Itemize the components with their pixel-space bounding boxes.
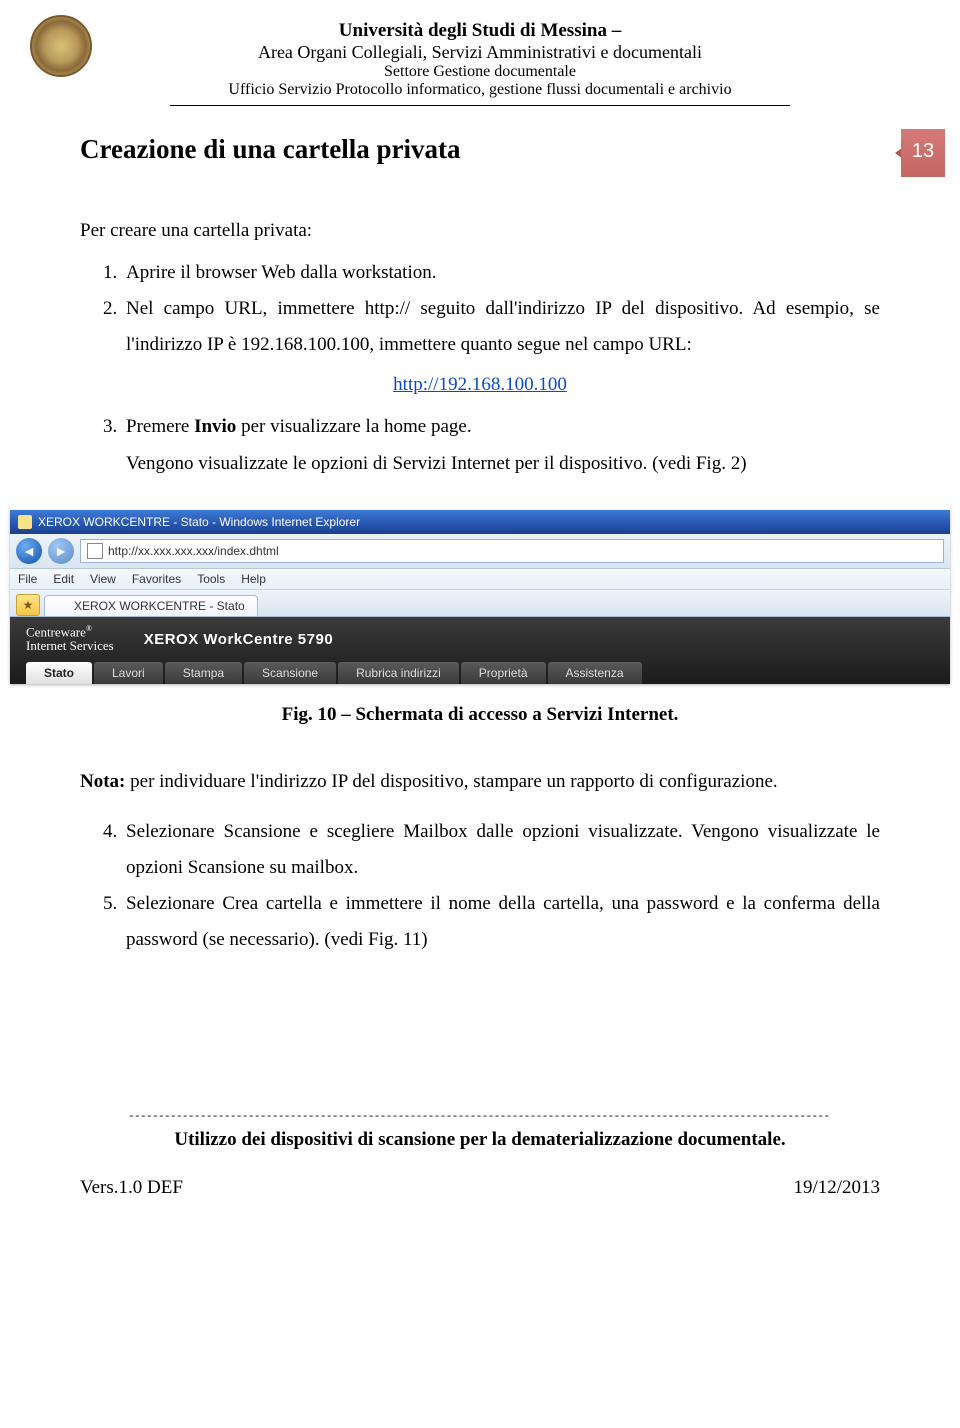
menu-favorites[interactable]: Favorites	[132, 572, 181, 586]
header-area: Area Organi Collegiali, Servizi Amminist…	[80, 42, 880, 63]
menu-view[interactable]: View	[90, 572, 116, 586]
page-number-callout: 13	[873, 129, 945, 177]
address-bar[interactable]: http://xx.xxx.xxx.xxx/index.dhtml	[80, 539, 944, 563]
browser-tab[interactable]: XEROX WORKCENTRE - Stato	[44, 595, 258, 616]
centreware-brand: Centreware® Internet Services	[26, 625, 114, 654]
tab-favicon-icon	[57, 600, 69, 612]
cw-tab-scansione[interactable]: Scansione	[244, 662, 336, 684]
menu-help[interactable]: Help	[241, 572, 266, 586]
address-url: http://xx.xxx.xxx.xxx/index.dhtml	[108, 544, 279, 558]
menu-file[interactable]: File	[18, 572, 37, 586]
cw-tab-assistenza[interactable]: Assistenza	[548, 662, 642, 684]
example-url-link[interactable]: http://192.168.100.100	[80, 367, 880, 403]
step-4: Selezionare Scansione e scegliere Mailbo…	[122, 814, 880, 886]
cw-tab-stampa[interactable]: Stampa	[165, 662, 242, 684]
header-separator	[170, 105, 790, 106]
favorites-star-icon[interactable]: ★	[16, 594, 40, 616]
figure-caption: Fig. 10 – Schermata di accesso a Servizi…	[80, 704, 880, 726]
cw-tab-proprieta[interactable]: Proprietà	[461, 662, 546, 684]
header-sector: Settore Gestione documentale	[80, 63, 880, 81]
ie-menu-bar: File Edit View Favorites Tools Help	[10, 569, 950, 590]
centreware-nav-tabs: Stato Lavori Stampa Scansione Rubrica in…	[26, 662, 934, 684]
menu-edit[interactable]: Edit	[53, 572, 74, 586]
back-button-icon[interactable]: ◄	[16, 538, 42, 564]
ie-window-title: XEROX WORKCENTRE - Stato - Windows Inter…	[38, 515, 360, 529]
ie-tab-row: ★ XEROX WORKCENTRE - Stato	[10, 590, 950, 617]
note-label: Nota:	[80, 771, 125, 792]
forward-button-icon[interactable]: ►	[48, 538, 74, 564]
ie-favicon-icon	[18, 515, 32, 529]
step-5: Selezionare Crea cartella e immettere il…	[122, 886, 880, 958]
note-paragraph: Nota: per individuare l'indirizzo IP del…	[80, 764, 880, 800]
cw-tab-stato[interactable]: Stato	[26, 662, 92, 684]
page-icon	[87, 543, 103, 559]
step-1: Aprire il browser Web dalla workstation.	[122, 255, 880, 291]
document-header: Università degli Studi di Messina – Area…	[80, 20, 880, 106]
university-seal-icon	[30, 15, 92, 77]
footer-date: 19/12/2013	[793, 1177, 880, 1199]
centreware-header: Centreware® Internet Services XEROX Work…	[10, 617, 950, 684]
footer-meta: Vers.1.0 DEF 19/12/2013	[80, 1177, 880, 1199]
cw-tab-lavori[interactable]: Lavori	[94, 662, 163, 684]
footer-separator: ----------------------------------------…	[80, 1108, 880, 1123]
header-university: Università degli Studi di Messina –	[80, 20, 880, 42]
header-office: Ufficio Servizio Protocollo informatico,…	[80, 81, 880, 99]
menu-tools[interactable]: Tools	[197, 572, 225, 586]
ie-title-bar: XEROX WORKCENTRE - Stato - Windows Inter…	[10, 510, 950, 534]
footer-title: Utilizzo dei dispositivi di scansione pe…	[80, 1129, 880, 1151]
footer-version: Vers.1.0 DEF	[80, 1177, 183, 1199]
cw-tab-rubrica[interactable]: Rubrica indirizzi	[338, 662, 459, 684]
step-3: Premere Invio per visualizzare la home p…	[122, 409, 880, 481]
section-title: Creazione di una cartella privata	[80, 134, 880, 165]
device-model: XEROX WorkCentre 5790	[144, 631, 333, 648]
ie-nav-row: ◄ ► http://xx.xxx.xxx.xxx/index.dhtml	[10, 534, 950, 569]
step-3-note: Vengono visualizzate le opzioni di Servi…	[126, 446, 880, 482]
intro-text: Per creare una cartella privata:	[80, 213, 880, 249]
browser-tab-label: XEROX WORKCENTRE - Stato	[74, 599, 245, 613]
step-2: Nel campo URL, immettere http:// seguito…	[122, 291, 880, 363]
page-number: 13	[901, 129, 945, 177]
ie-screenshot-figure: XEROX WORKCENTRE - Stato - Windows Inter…	[10, 510, 950, 684]
note-text: per individuare l'indirizzo IP del dispo…	[125, 771, 777, 792]
